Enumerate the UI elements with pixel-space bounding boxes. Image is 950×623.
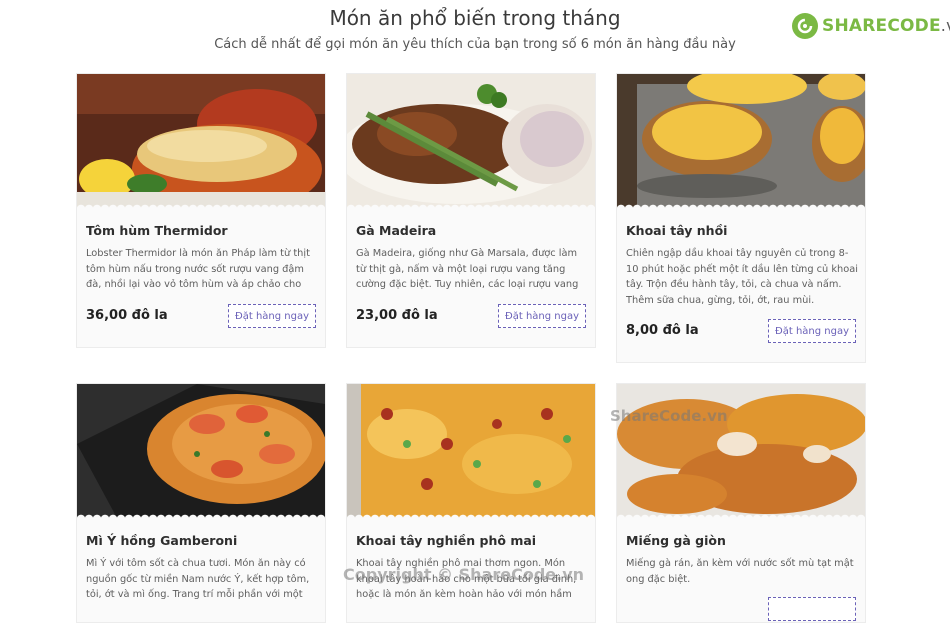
gamberoni-pasta-image (77, 384, 325, 518)
cheesy-mashed-potato-image (347, 384, 595, 518)
order-button[interactable]: Đặt hàng ngay (228, 304, 316, 328)
watermark-copyright: Copyright © ShareCode.vn (343, 565, 585, 584)
dish-description: Gà Madeira, giống như Gà Marsala, được l… (356, 248, 579, 290)
dish-name: Khoai tây nghiền phô mai (356, 533, 537, 548)
dish-description: Lobster Thermidor là món ăn Pháp làm từ … (86, 248, 310, 290)
dish-price: 8,00 đô la (626, 323, 699, 338)
sharecode-logo[interactable]: SHARECODE.vn (792, 10, 950, 42)
logo-tld: .vn (940, 16, 950, 35)
order-button[interactable]: Đặt hàng ngay (498, 304, 586, 328)
chicken-madeira-image (347, 74, 595, 208)
logo-brand: SHARECODE (822, 16, 941, 36)
dish-description: Mì Ý với tôm sốt cà chua tươi. Món ăn nà… (86, 558, 310, 600)
lobster-thermidor-image (77, 74, 325, 208)
dish-card-lobster: Tôm hùm Thermidor Lobster Thermidor là m… (76, 73, 326, 348)
dish-price: 36,00 đô la (86, 308, 168, 323)
dish-name: Khoai tây nhồi (626, 223, 728, 238)
dish-card-chicken-madeira: Gà Madeira Gà Madeira, giống như Gà Mars… (346, 73, 596, 348)
dish-card-stuffed-potato: Khoai tây nhồi Chiên ngập dầu khoai tây … (616, 73, 866, 363)
order-button[interactable] (768, 597, 856, 621)
dish-card-cheesy-mash: Khoai tây nghiền phô mai Khoai tây nghiề… (346, 383, 596, 623)
dish-name: Mì Ý hồng Gamberoni (86, 533, 238, 548)
dish-name: Gà Madeira (356, 223, 437, 238)
watermark-center: ShareCode.vn (610, 407, 728, 425)
dish-description: Miếng gà rán, ăn kèm với nước sốt mù tạt… (626, 558, 854, 585)
dish-name: Tôm hùm Thermidor (86, 223, 228, 238)
dish-name: Miếng gà giòn (626, 533, 726, 548)
dish-card-gamberoni: Mì Ý hồng Gamberoni Mì Ý với tôm sốt cà … (76, 383, 326, 623)
crispy-chicken-image (617, 384, 865, 518)
sharecode-logo-icon (792, 13, 818, 39)
order-button[interactable]: Đặt hàng ngay (768, 319, 856, 343)
dish-price: 23,00 đô la (356, 308, 438, 323)
stuffed-potato-image (617, 74, 865, 208)
dish-description: Chiên ngập dầu khoai tây nguyên củ trong… (626, 248, 858, 306)
